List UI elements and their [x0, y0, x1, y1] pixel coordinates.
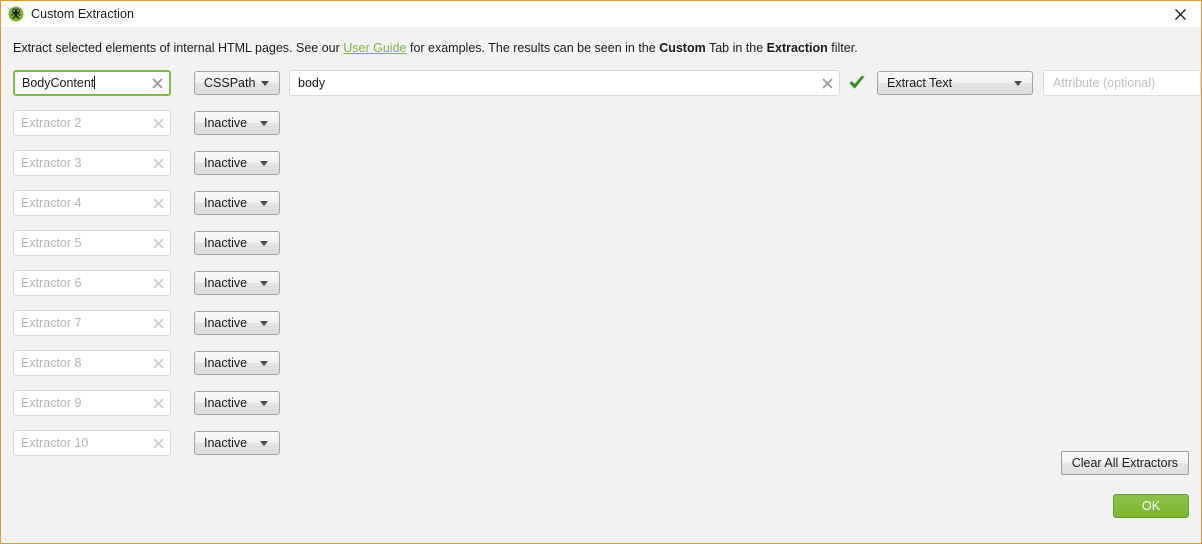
chevron-down-icon [260, 320, 268, 326]
valid-check-icon [848, 74, 866, 92]
extractor-row: Extractor 5 Inactive [13, 230, 1189, 270]
extractor-name-input[interactable]: Extractor 7 [13, 310, 171, 336]
description-bold-extraction: Extraction [766, 41, 828, 55]
extractor-name-input[interactable]: Extractor 8 [13, 350, 171, 376]
chevron-down-icon [260, 200, 268, 206]
extractor-row: Extractor 7 Inactive [13, 310, 1189, 350]
extractor-type-dropdown[interactable]: Inactive [194, 311, 280, 335]
extractor-name-value: BodyContent [15, 76, 145, 90]
chevron-down-icon [260, 440, 268, 446]
extractor-type-dropdown[interactable]: Inactive [194, 151, 280, 175]
extractor-name-input[interactable]: Extractor 9 [13, 390, 171, 416]
chevron-down-icon [260, 160, 268, 166]
extractor-row: Extractor 10 Inactive [13, 430, 1189, 470]
extractor-name-placeholder: Extractor 2 [21, 116, 82, 130]
extractor-attribute-placeholder: Attribute (optional) [1053, 76, 1156, 90]
extractor-type-dropdown[interactable]: Inactive [194, 231, 280, 255]
clear-icon[interactable] [146, 351, 170, 375]
extractor-type-dropdown[interactable]: Inactive [194, 111, 280, 135]
clear-icon[interactable] [815, 71, 839, 95]
clear-icon[interactable] [146, 311, 170, 335]
extractor-name-placeholder: Extractor 3 [21, 156, 82, 170]
extractor-name-input[interactable]: Extractor 4 [13, 190, 171, 216]
extractor-name-placeholder: Extractor 8 [21, 356, 82, 370]
extractor-row: Extractor 2 Inactive [13, 110, 1189, 150]
extractor-rows: BodyContent CSSPath body Extract Text At… [13, 70, 1201, 470]
extractor-type-label: Inactive [204, 316, 248, 330]
clear-icon[interactable] [146, 271, 170, 295]
extractor-name-input[interactable]: Extractor 5 [13, 230, 171, 256]
window-title: Custom Extraction [31, 7, 134, 21]
titlebar: Custom Extraction [1, 1, 1201, 27]
chevron-down-icon [260, 400, 268, 406]
description-part-1: Extract selected elements of internal HT… [13, 41, 344, 55]
extractor-type-dropdown[interactable]: Inactive [194, 191, 280, 215]
extractor-name-input[interactable]: Extractor 2 [13, 110, 171, 136]
extractor-type-dropdown[interactable]: Inactive [194, 391, 280, 415]
description-part-2: for examples. The results can be seen in… [406, 41, 660, 55]
extraction-mode-label: Extract Text [887, 76, 953, 90]
extractor-row: Extractor 3 Inactive [13, 150, 1189, 190]
clear-icon[interactable] [146, 231, 170, 255]
extractor-name-placeholder: Extractor 5 [21, 236, 82, 250]
extractor-type-dropdown[interactable]: CSSPath [194, 71, 280, 95]
extractor-type-label: Inactive [204, 396, 248, 410]
extractor-name-placeholder: Extractor 9 [21, 396, 82, 410]
extractor-row: Extractor 4 Inactive [13, 190, 1189, 230]
screaming-frog-logo-icon [8, 6, 24, 22]
extractor-name-placeholder: Extractor 6 [21, 276, 82, 290]
extraction-mode-dropdown[interactable]: Extract Text [877, 71, 1033, 95]
clear-icon[interactable] [146, 391, 170, 415]
dialog-content: Extract selected elements of internal HT… [1, 27, 1201, 543]
extractor-row: Extractor 8 Inactive [13, 350, 1189, 390]
extractor-row: Extractor 6 Inactive [13, 270, 1189, 310]
extractor-name-input[interactable]: BodyContent [13, 70, 171, 96]
extractor-type-label: Inactive [204, 436, 248, 450]
description-part-4: filter. [827, 41, 858, 55]
extractor-type-label: Inactive [204, 196, 248, 210]
clear-icon[interactable] [146, 111, 170, 135]
extractor-type-label: CSSPath [204, 76, 256, 90]
extractor-type-label: Inactive [204, 236, 248, 250]
clear-icon[interactable] [146, 151, 170, 175]
extractor-name-input[interactable]: Extractor 6 [13, 270, 171, 296]
clear-icon[interactable] [146, 191, 170, 215]
ok-button[interactable]: OK [1113, 494, 1189, 518]
extractor-name-placeholder: Extractor 4 [21, 196, 82, 210]
clear-all-extractors-button[interactable]: Clear All Extractors [1060, 451, 1189, 475]
user-guide-link[interactable]: User Guide [343, 41, 406, 55]
chevron-down-icon [1014, 80, 1022, 86]
extractor-type-label: Inactive [204, 356, 248, 370]
extractor-name-placeholder: Extractor 7 [21, 316, 82, 330]
extractor-row: Extractor 9 Inactive [13, 390, 1189, 430]
custom-extraction-dialog: Custom Extraction Extract selected eleme… [0, 0, 1202, 544]
description-bold-custom: Custom [659, 41, 706, 55]
chevron-down-icon [260, 360, 268, 366]
description-part-3: Tab in the [705, 41, 767, 55]
extractor-selector-input[interactable]: body [289, 70, 840, 96]
extractor-row: BodyContent CSSPath body Extract Text At… [13, 70, 1201, 110]
extractor-type-label: Inactive [204, 116, 248, 130]
extractor-type-dropdown[interactable]: Inactive [194, 431, 280, 455]
extractor-type-label: Inactive [204, 276, 248, 290]
clear-icon[interactable] [146, 431, 170, 455]
chevron-down-icon [260, 240, 268, 246]
extractor-name-input[interactable]: Extractor 3 [13, 150, 171, 176]
extractor-name-input[interactable]: Extractor 10 [13, 430, 171, 456]
extractor-type-dropdown[interactable]: Inactive [194, 271, 280, 295]
close-icon[interactable] [1159, 1, 1201, 27]
extractor-selector-value: body [298, 76, 326, 90]
chevron-down-icon [260, 280, 268, 286]
chevron-down-icon [260, 120, 268, 126]
extractor-type-label: Inactive [204, 156, 248, 170]
chevron-down-icon [261, 80, 270, 86]
extractor-attribute-input[interactable]: Attribute (optional) [1043, 70, 1201, 96]
clear-icon[interactable] [145, 71, 169, 95]
extractor-name-placeholder: Extractor 10 [21, 436, 89, 450]
description-text: Extract selected elements of internal HT… [13, 41, 858, 55]
extractor-type-dropdown[interactable]: Inactive [194, 351, 280, 375]
